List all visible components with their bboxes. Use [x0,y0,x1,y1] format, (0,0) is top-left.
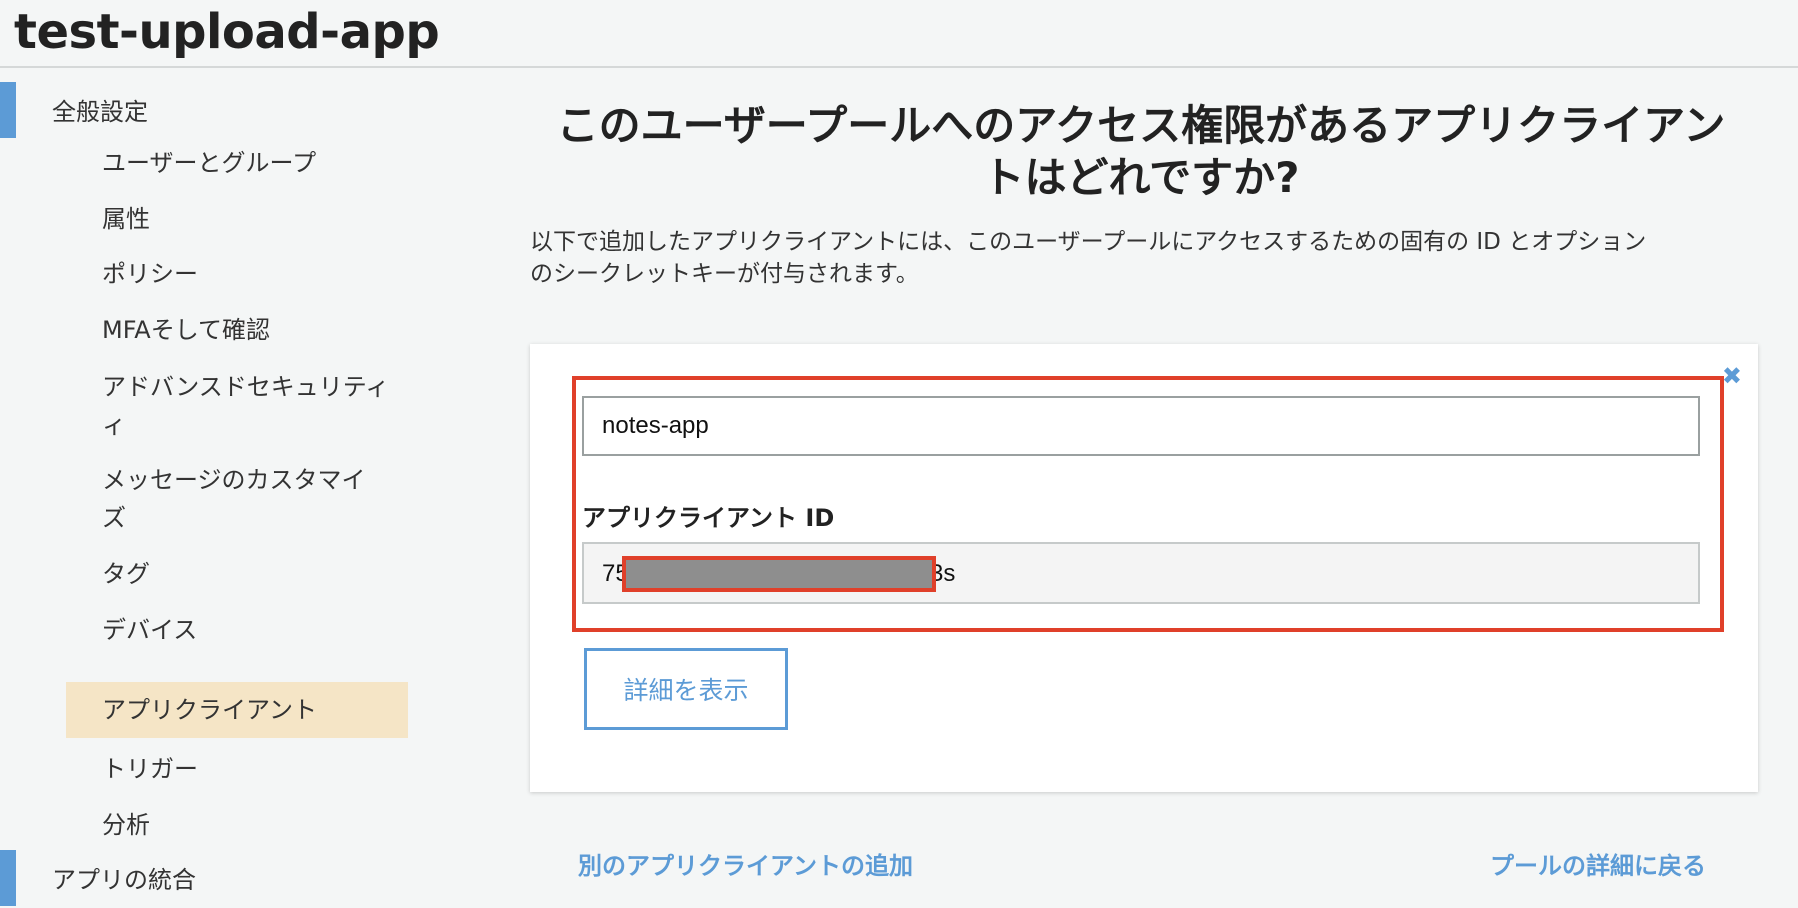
sidebar-item-label: アドバンスドセキュリティ [102,373,390,401]
redaction-box [622,556,936,592]
app-client-id-label: アプリクライアント ID [582,504,835,532]
page-title-line: このユーザープールへのアクセス権限があるアプリクライアン [556,101,1726,150]
main-content: このユーザープールへのアクセス権限があるアプリクライアン トはどれですか? 以下… [530,68,1760,908]
close-icon[interactable]: ✖ [1722,364,1742,388]
description-line: のシークレットキーが付与されます。 [530,261,919,287]
page-title: このユーザープールへのアクセス権限があるアプリクライアン トはどれですか? [530,100,1752,204]
sidebar-section-integration[interactable]: アプリの統合 [52,860,196,895]
sidebar-section-general[interactable]: 全般設定 [52,92,148,127]
sidebar-item-label: メッセージのカスタマイ [102,466,366,494]
page-header: test-upload-app [0,0,1798,68]
sidebar-item-label-cont: ズ [102,504,126,532]
sidebar-item-mfa[interactable]: MFAそして確認 [66,311,408,349]
app-client-card: ✖ アプリクライアント ID 75 3s 詳細を表示 [530,344,1758,792]
show-details-button[interactable]: 詳細を表示 [584,648,788,730]
sidebar-item-analytics[interactable]: 分析 [66,806,408,844]
sidebar-item-label-cont: ィ [102,411,126,439]
sidebar-item-triggers[interactable]: トリガー [66,750,408,788]
page-title-line: トはどれですか? [982,153,1300,202]
sidebar: 全般設定 ユーザーとグループ 属性 ポリシー MFAそして確認 アドバンスドセキ… [0,68,440,908]
sidebar-item-app-clients[interactable]: アプリクライアント [66,682,408,738]
app-title: test-upload-app [14,4,440,60]
section-marker [0,850,16,906]
app-client-name-input[interactable] [582,396,1700,456]
description-line: 以下で追加したアプリクライアントには、このユーザープールにアクセスするための固有… [530,229,1647,255]
app-client-id-field: 75 3s [582,542,1700,604]
app-client-page: test-upload-app 全般設定 ユーザーとグループ 属性 ポリシー M… [0,0,1798,908]
sidebar-item-devices[interactable]: デバイス [66,611,408,649]
sidebar-item-policies[interactable]: ポリシー [66,255,408,293]
sidebar-item-tags[interactable]: タグ [66,555,408,593]
add-app-client-link[interactable]: 別のアプリクライアントの追加 [578,846,913,881]
sidebar-item-users-groups[interactable]: ユーザーとグループ [66,144,408,182]
sidebar-item-message-customization[interactable]: メッセージのカスタマイ ズ [66,461,408,537]
section-marker [0,82,16,138]
page-description: 以下で追加したアプリクライアントには、このユーザープールにアクセスするための固有… [530,226,1752,290]
sidebar-item-advanced-security[interactable]: アドバンスドセキュリティ ィ [66,368,408,444]
back-to-pool-details-link[interactable]: プールの詳細に戻る [1490,846,1706,881]
sidebar-item-attributes[interactable]: 属性 [66,200,408,238]
